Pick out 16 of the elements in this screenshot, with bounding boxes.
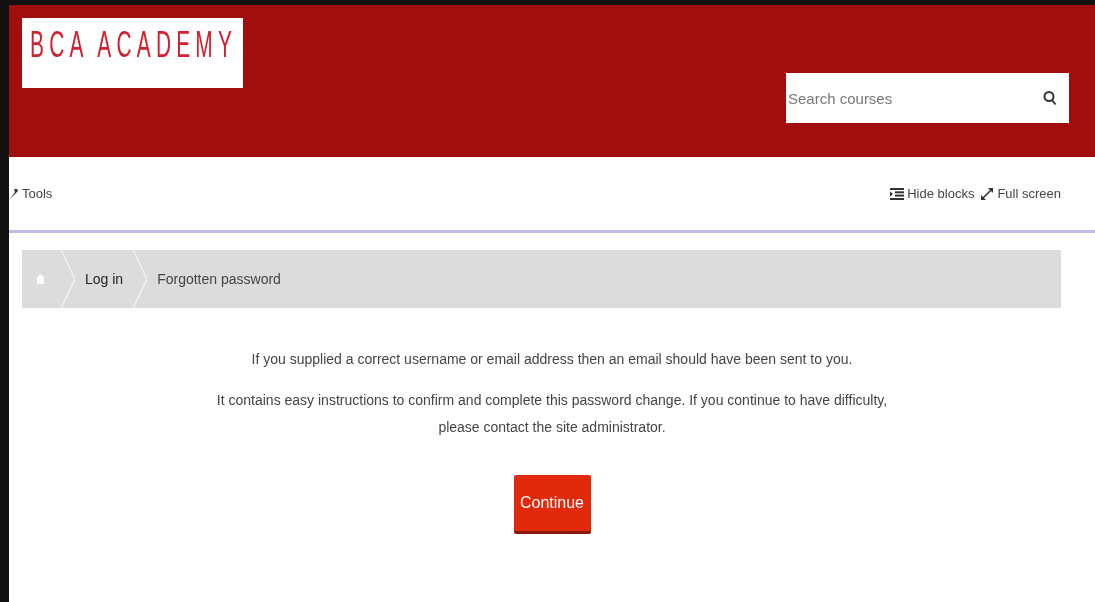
home-icon: [36, 274, 45, 284]
chevron-divider: [133, 250, 148, 308]
search-field[interactable]: Search courses: [786, 73, 1069, 123]
logo-text[interactable]: BCA ACADEMY: [30, 24, 238, 66]
full-screen-link[interactable]: Full screen: [980, 186, 1061, 201]
breadcrumb-link[interactable]: Log in: [75, 271, 134, 287]
breadcrumb-current: Forgotten password: [156, 271, 282, 287]
notice-text: If you supplied a correct username or email address then an email should have been sent to you.: [251, 350, 853, 369]
indent-list-icon: [890, 187, 905, 200]
tools-menu[interactable]: Tools: [9, 186, 53, 201]
hide-blocks-link[interactable]: Hide blocks: [890, 186, 975, 201]
notice-text: It contains easy instructions to confirm and complete this password change. If you continue to have difficulty, please contact the site administrator.: [215, 391, 889, 437]
search-icon[interactable]: [1043, 90, 1057, 106]
chevron-divider: [61, 250, 75, 308]
expand-arrows-icon: [980, 186, 995, 201]
continue-button[interactable]: Continue: [513, 475, 591, 534]
